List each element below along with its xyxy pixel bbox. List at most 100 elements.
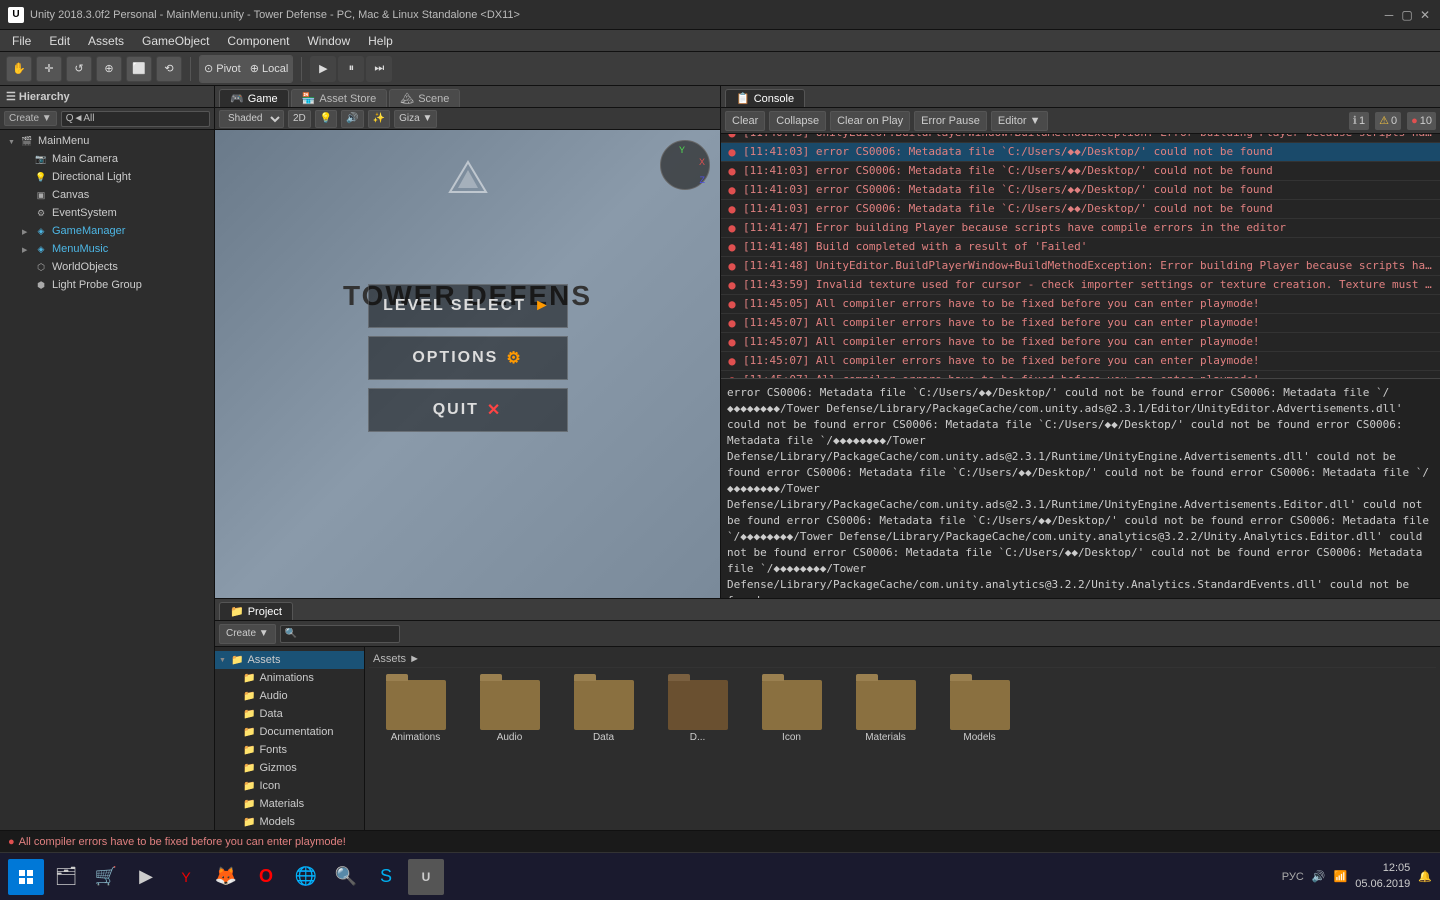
camera-icon: 📷: [34, 152, 48, 166]
console-msg-18[interactable]: ●[11:43:59] Invalid texture used for cur…: [721, 276, 1440, 295]
hier-item-canvas[interactable]: ▣ Canvas: [0, 186, 214, 204]
hand-tool[interactable]: ✋: [6, 56, 32, 82]
move-tool[interactable]: ✛: [36, 56, 62, 82]
console-msg-15[interactable]: ●[11:41:47] Error building Player becaus…: [721, 219, 1440, 238]
asset-icon[interactable]: Icon: [749, 676, 834, 747]
hier-item-dirlight[interactable]: 💡 Directional Light: [0, 168, 214, 186]
start-button[interactable]: [8, 859, 44, 895]
taskbar-skype[interactable]: S: [368, 859, 404, 895]
project-create-button[interactable]: Create ▼: [219, 624, 276, 644]
menu-assets[interactable]: Assets: [80, 32, 132, 50]
folder-documentation[interactable]: 📁 Documentation: [215, 723, 364, 741]
editor-dropdown[interactable]: Editor ▼: [991, 111, 1048, 131]
pivot-button[interactable]: ⊙ Pivot: [200, 56, 246, 82]
asset-animations[interactable]: Animations: [373, 676, 458, 747]
folder-materials[interactable]: 📁 Materials: [215, 795, 364, 813]
console-msg-14[interactable]: ●[11:41:03] error CS0006: Metadata file …: [721, 200, 1440, 219]
asset-audio[interactable]: Audio: [467, 676, 552, 747]
hier-item-worldobjects[interactable]: ⬡ WorldObjects: [0, 258, 214, 276]
close-button[interactable]: ✕: [1418, 8, 1432, 22]
tab-project[interactable]: 📁 Project: [219, 602, 293, 620]
lighting-toggle[interactable]: 💡: [315, 110, 337, 128]
level-select-button[interactable]: LEVEL SELECT ►: [368, 284, 568, 328]
clear-on-play-button[interactable]: Clear on Play: [830, 111, 910, 131]
hier-item-gamemanager[interactable]: ◈ GameManager: [0, 222, 214, 240]
console-msg-13[interactable]: ●[11:41:03] error CS0006: Metadata file …: [721, 181, 1440, 200]
taskbar-unity[interactable]: U: [408, 859, 444, 895]
folder-icon[interactable]: 📁 Icon: [215, 777, 364, 795]
hier-item-maincamera[interactable]: 📷 Main Camera: [0, 150, 214, 168]
menu-gameobject[interactable]: GameObject: [134, 32, 217, 50]
console-msg-23[interactable]: ●[11:45:07] All compiler errors have to …: [721, 371, 1440, 378]
options-button[interactable]: OPTIONS ⚙: [368, 336, 568, 380]
quit-button[interactable]: QUIT ✕: [368, 388, 568, 432]
console-msg-20[interactable]: ●[11:45:07] All compiler errors have to …: [721, 314, 1440, 333]
console-msg-22[interactable]: ●[11:45:07] All compiler errors have to …: [721, 352, 1440, 371]
taskbar-firefox[interactable]: 🦊: [208, 859, 244, 895]
fx-toggle[interactable]: ✨: [368, 110, 390, 128]
taskbar-yandex[interactable]: Y: [168, 859, 204, 895]
tab-scene[interactable]: 🏔 Scene: [389, 89, 460, 107]
console-msg-19[interactable]: ●[11:45:05] All compiler errors have to …: [721, 295, 1440, 314]
scale-tool[interactable]: ⊕: [96, 56, 122, 82]
hier-item-lightprobe[interactable]: ⬢ Light Probe Group: [0, 276, 214, 294]
console-msg-17[interactable]: ●[11:41:48] UnityEditor.BuildPlayerWindo…: [721, 257, 1440, 276]
tab-assetstore[interactable]: 🏪 Asset Store: [291, 89, 388, 107]
hier-item-menumusic[interactable]: ◈ MenuMusic: [0, 240, 214, 258]
error-pause-button[interactable]: Error Pause: [914, 111, 987, 131]
taskbar-file-explorer[interactable]: 🗂: [48, 859, 84, 895]
msg-icon-11: ●: [725, 145, 739, 159]
step-button[interactable]: ⏭: [366, 56, 392, 82]
msg-text-19: [11:45:05] All compiler errors have to b…: [743, 296, 1436, 312]
rect-tool[interactable]: ⬜: [126, 56, 152, 82]
2d-toggle[interactable]: 2D: [288, 110, 311, 128]
folder-audio[interactable]: 📁 Audio: [215, 687, 364, 705]
rotate-tool[interactable]: ↺: [66, 56, 92, 82]
menu-help[interactable]: Help: [360, 32, 401, 50]
taskbar-opera[interactable]: O: [248, 859, 284, 895]
maximize-button[interactable]: ▢: [1400, 8, 1414, 22]
menu-edit[interactable]: Edit: [41, 32, 78, 50]
console-msg-11[interactable]: ●[11:41:03] error CS0006: Metadata file …: [721, 143, 1440, 162]
tab-game[interactable]: 🎮 Game: [219, 89, 289, 107]
console-msg-12[interactable]: ●[11:41:03] error CS0006: Metadata file …: [721, 162, 1440, 181]
project-search[interactable]: [280, 625, 400, 643]
menu-file[interactable]: File: [4, 32, 39, 50]
minimize-button[interactable]: ─: [1382, 8, 1396, 22]
transform-tool[interactable]: ⟲: [156, 56, 182, 82]
hierarchy-create-button[interactable]: Create ▼: [4, 111, 57, 126]
taskbar-chrome[interactable]: 🌐: [288, 859, 324, 895]
taskbar-media[interactable]: ▶: [128, 859, 164, 895]
console-msg-10[interactable]: ●[11:40:45] UnityEditor.BuildPlayerWindo…: [721, 134, 1440, 143]
folder-gizmos[interactable]: 📁 Gizmos: [215, 759, 364, 777]
asset-models[interactable]: Models: [937, 676, 1022, 747]
hier-item-eventsystem[interactable]: ⚙ EventSystem: [0, 204, 214, 222]
folder-models[interactable]: 📁 Models: [215, 813, 364, 831]
collapse-button[interactable]: Collapse: [769, 111, 826, 131]
shading-mode-dropdown[interactable]: Shaded: [219, 110, 284, 128]
folder-data[interactable]: 📁 Data: [215, 705, 364, 723]
asset-d[interactable]: D...: [655, 676, 740, 747]
clear-button[interactable]: Clear: [725, 111, 765, 131]
assets-breadcrumb[interactable]: Assets ►: [373, 653, 420, 665]
gizmo-toggle[interactable]: Giza ▼: [394, 110, 437, 128]
pause-button[interactable]: ⏸: [338, 56, 364, 82]
folder-assets-root[interactable]: 📁 Assets: [215, 651, 364, 669]
console-msg-16[interactable]: ●[11:41:48] Build completed with a resul…: [721, 238, 1440, 257]
console-msg-21[interactable]: ●[11:45:07] All compiler errors have to …: [721, 333, 1440, 352]
hier-item-mainmenu[interactable]: 🎬 MainMenu: [0, 132, 214, 150]
hierarchy-search[interactable]: [61, 111, 210, 127]
tab-console[interactable]: 📋 Console: [725, 89, 805, 107]
taskbar-store[interactable]: 🛒: [88, 859, 124, 895]
folder-animations[interactable]: 📁 Animations: [215, 669, 364, 687]
menu-component[interactable]: Component: [219, 32, 297, 50]
audio-toggle[interactable]: 🔊: [341, 110, 363, 128]
taskbar-search[interactable]: 🔍: [328, 859, 364, 895]
asset-materials[interactable]: Materials: [843, 676, 928, 747]
local-button[interactable]: ⊕ Local: [246, 56, 293, 82]
menu-window[interactable]: Window: [299, 32, 358, 50]
asset-data[interactable]: Data: [561, 676, 646, 747]
play-button[interactable]: ▶: [310, 56, 336, 82]
folder-fonts[interactable]: 📁 Fonts: [215, 741, 364, 759]
taskbar-notifications[interactable]: 🔔: [1418, 870, 1432, 883]
